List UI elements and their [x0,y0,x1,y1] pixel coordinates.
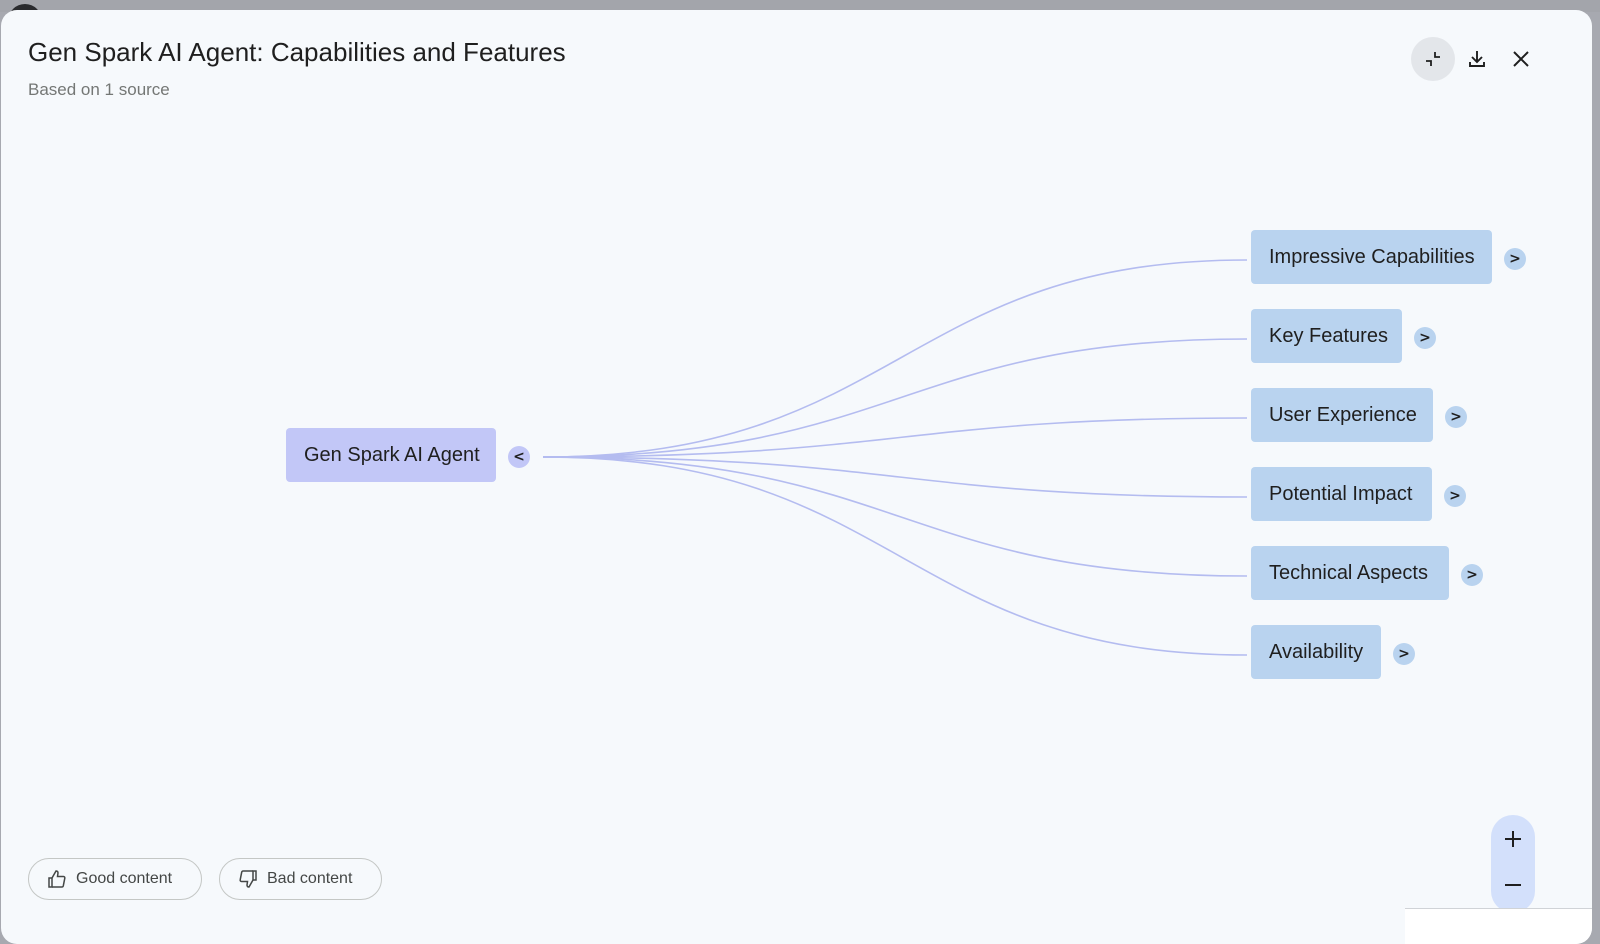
node-key-features[interactable]: Key Features [1251,309,1402,363]
zoom-in-button[interactable] [1491,817,1535,861]
expand-toggle-user-experience[interactable]: > [1445,406,1467,428]
download-button[interactable] [1455,37,1499,81]
good-content-label: Good content [76,870,173,887]
bad-content-button[interactable]: Bad content [219,858,382,900]
root-node[interactable]: Gen Spark AI Agent [286,428,496,482]
node-potential-impact[interactable]: Potential Impact [1251,467,1432,521]
thumbs-up-icon [48,870,66,888]
expand-toggle-key-features[interactable]: > [1414,327,1436,349]
node-label: User Experience [1269,403,1417,426]
download-icon [1469,51,1485,67]
collapse-fullscreen-icon [1426,52,1440,66]
connector-user-experience [542,417,1248,458]
plus-icon [1505,831,1521,847]
expand-toggle-availability[interactable]: > [1393,643,1415,665]
node-label: Impressive Capabilities [1269,245,1475,268]
node-technical-aspects[interactable]: Technical Aspects [1251,546,1449,600]
node-availability[interactable]: Availability [1251,625,1381,679]
close-button[interactable] [1499,37,1543,81]
connector-technical-aspects [542,456,1248,577]
mind-map-dialog: Gen Spark AI Agent: Capabilities and Fea… [1,10,1592,944]
expand-toggle-technical-aspects[interactable]: > [1461,564,1483,586]
connector-key-features [542,338,1248,458]
connector-availability [542,456,1248,656]
node-impressive-capabilities[interactable]: Impressive Capabilities [1251,230,1492,284]
good-content-button[interactable]: Good content [28,858,202,900]
dialog-title: Gen Spark AI Agent: Capabilities and Fea… [28,37,566,67]
node-label: Availability [1269,640,1364,663]
bad-content-label: Bad content [267,870,353,887]
corner-panel [1405,908,1592,944]
expand-toggle-impressive-capabilities[interactable]: > [1504,248,1526,270]
expand-toggle-potential-impact[interactable]: > [1444,485,1466,507]
root-node-label: Gen Spark AI Agent [304,443,480,466]
connector-impressive-capabilities [542,259,1248,458]
node-label: Technical Aspects [1269,561,1428,584]
root-collapse-toggle[interactable]: < [508,446,530,468]
minus-icon [1505,884,1521,886]
dialog-subtitle: Based on 1 source [28,80,170,99]
node-label: Potential Impact [1269,482,1413,505]
collapse-button[interactable] [1411,37,1455,81]
zoom-control [1491,815,1535,913]
node-user-experience[interactable]: User Experience [1251,388,1433,442]
zoom-out-button[interactable] [1491,863,1535,907]
thumbs-down-icon [239,870,257,888]
node-label: Key Features [1269,324,1388,347]
close-icon [1513,51,1529,67]
